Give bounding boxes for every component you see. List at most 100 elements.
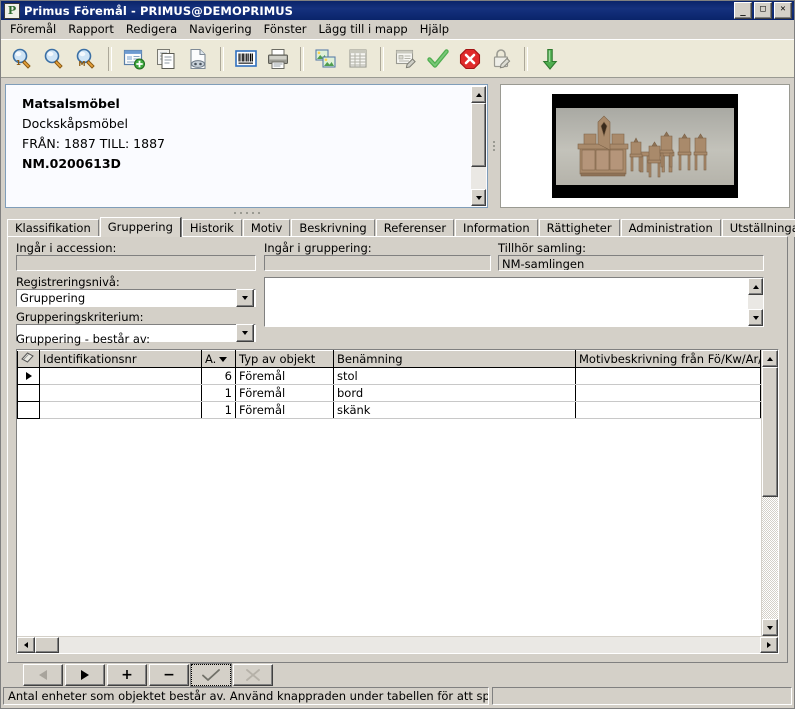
row-indicator-cell[interactable]: [17, 384, 40, 402]
confirm-check-button[interactable]: [423, 44, 453, 74]
menu-item-rapport[interactable]: Rapport: [62, 21, 120, 37]
scroll-up-button[interactable]: [762, 350, 778, 367]
scroll-down-button[interactable]: [762, 619, 778, 636]
tab-historik[interactable]: Historik: [181, 219, 242, 237]
row-indicator-cell[interactable]: [17, 367, 40, 385]
in-grouping-field[interactable]: [264, 255, 491, 271]
menu-item-redigera[interactable]: Redigera: [120, 21, 183, 37]
search-single-button[interactable]: 1: [7, 44, 37, 74]
table-row[interactable]: 1 Föremål bord: [17, 384, 761, 402]
tab-klassifikation[interactable]: Klassifikation: [7, 219, 99, 237]
tab-administration[interactable]: Administration: [620, 219, 721, 237]
search-button[interactable]: [39, 44, 69, 74]
cell-motivbeskrivning[interactable]: [575, 367, 761, 385]
close-button[interactable]: ✕: [774, 2, 792, 19]
sort-descending-icon[interactable]: [219, 357, 228, 362]
scroll-down-button[interactable]: [748, 309, 763, 326]
scroll-left-button[interactable]: [17, 637, 35, 653]
menu-item-foremal[interactable]: Föremål: [4, 21, 62, 37]
row-indicator-cell[interactable]: [17, 401, 40, 419]
scroll-track[interactable]: [471, 167, 486, 189]
registration-level-combo[interactable]: Gruppering: [16, 289, 256, 307]
minimize-button[interactable]: _: [734, 2, 752, 19]
scroll-thumb[interactable]: [762, 367, 778, 497]
tab-referenser[interactable]: Referenser: [375, 219, 455, 237]
scroll-track[interactable]: [762, 497, 778, 619]
confirm-edit-button[interactable]: [190, 663, 232, 687]
horizontal-splitter[interactable]: [5, 208, 488, 218]
images-button[interactable]: [311, 44, 341, 74]
table-view-button[interactable]: [343, 44, 373, 74]
cell-benamning[interactable]: bord: [333, 384, 576, 402]
cell-identifikationsnr[interactable]: [39, 401, 202, 419]
table-row[interactable]: 6 Föremål stol: [17, 367, 761, 385]
tab-gruppering[interactable]: Gruppering: [99, 217, 181, 237]
column-header-typ-av-objekt[interactable]: Typ av objekt: [235, 350, 334, 368]
grouping-comment-memo[interactable]: [264, 277, 764, 327]
tab-information[interactable]: Information: [455, 219, 538, 237]
cell-benamning[interactable]: stol: [333, 367, 576, 385]
accession-field[interactable]: [16, 255, 256, 271]
tab-utstallningar[interactable]: Utställningar: [721, 219, 795, 237]
grid-horizontal-scrollbar[interactable]: [17, 636, 778, 653]
cancel-edit-button[interactable]: [233, 664, 273, 686]
grouping-grid[interactable]: Identifikationsnr A. Typ av objekt Benäm…: [16, 349, 779, 654]
scroll-track[interactable]: [748, 295, 763, 309]
next-record-button[interactable]: [65, 664, 105, 686]
maximize-button[interactable]: □: [754, 2, 772, 19]
vertical-splitter[interactable]: [488, 84, 500, 208]
header-vertical-scrollbar[interactable]: [471, 86, 486, 206]
cell-amount[interactable]: 6: [201, 367, 236, 385]
tab-motiv[interactable]: Motiv: [242, 219, 291, 237]
paste-document-button[interactable]: [183, 44, 213, 74]
cell-motivbeskrivning[interactable]: [575, 384, 761, 402]
download-arrow-button[interactable]: [535, 44, 565, 74]
menu-item-fonster[interactable]: Fönster: [258, 21, 313, 37]
chevron-down-icon[interactable]: [236, 289, 254, 307]
menu-item-hjalp[interactable]: Hjälp: [414, 21, 455, 37]
scroll-track[interactable]: [59, 637, 760, 653]
print-button[interactable]: [263, 44, 293, 74]
previous-record-button[interactable]: [23, 664, 63, 686]
scroll-thumb[interactable]: [35, 637, 59, 653]
cell-typ-av-objekt[interactable]: Föremål: [235, 384, 334, 402]
column-header-motivbeskrivning[interactable]: Motivbeskrivning från Fö/Kw/Ar/Dn. (S: [575, 350, 761, 368]
image-panel[interactable]: [500, 84, 790, 208]
grouping-comment-value[interactable]: [265, 278, 748, 326]
cell-benamning[interactable]: skänk: [333, 401, 576, 419]
search-multi-button[interactable]: M: [71, 44, 101, 74]
column-header-amount[interactable]: A.: [201, 350, 236, 368]
cell-identifikationsnr[interactable]: [39, 367, 202, 385]
cell-typ-av-objekt[interactable]: Föremål: [235, 367, 334, 385]
cell-amount[interactable]: 1: [201, 384, 236, 402]
table-row[interactable]: 1 Föremål skänk: [17, 401, 761, 419]
column-header-identifikationsnr[interactable]: Identifikationsnr: [39, 350, 202, 368]
add-row-button[interactable]: +: [107, 664, 147, 686]
collection-field[interactable]: NM-samlingen: [498, 255, 764, 271]
menu-item-navigering[interactable]: Navigering: [183, 21, 258, 37]
new-record-button[interactable]: [119, 44, 149, 74]
scroll-up-button[interactable]: [471, 86, 486, 103]
cell-motivbeskrivning[interactable]: [575, 401, 761, 419]
lock-edit-button[interactable]: [487, 44, 517, 74]
menu-item-lagg-till-i-mapp[interactable]: Lägg till i mapp: [313, 21, 414, 37]
column-header-row-indicator[interactable]: [17, 350, 40, 368]
cell-typ-av-objekt[interactable]: Föremål: [235, 401, 334, 419]
scroll-up-button[interactable]: [748, 278, 763, 295]
barcode-button[interactable]: [231, 44, 261, 74]
tab-rattigheter[interactable]: Rättigheter: [538, 219, 620, 237]
comment-vertical-scrollbar[interactable]: [748, 278, 763, 326]
grid-vertical-scrollbar[interactable]: [761, 350, 778, 636]
cell-amount[interactable]: 1: [201, 401, 236, 419]
column-header-benamning[interactable]: Benämning: [333, 350, 576, 368]
delete-row-button[interactable]: −: [149, 664, 189, 686]
copy-button[interactable]: [151, 44, 181, 74]
scroll-right-button[interactable]: [760, 637, 778, 653]
chevron-down-icon[interactable]: [236, 324, 254, 342]
cancel-stop-button[interactable]: [455, 44, 485, 74]
scroll-down-button[interactable]: [471, 189, 486, 206]
cell-identifikationsnr[interactable]: [39, 384, 202, 402]
scroll-thumb[interactable]: [471, 103, 486, 167]
tab-beskrivning[interactable]: Beskrivning: [291, 219, 375, 237]
edit-form-button[interactable]: [391, 44, 421, 74]
